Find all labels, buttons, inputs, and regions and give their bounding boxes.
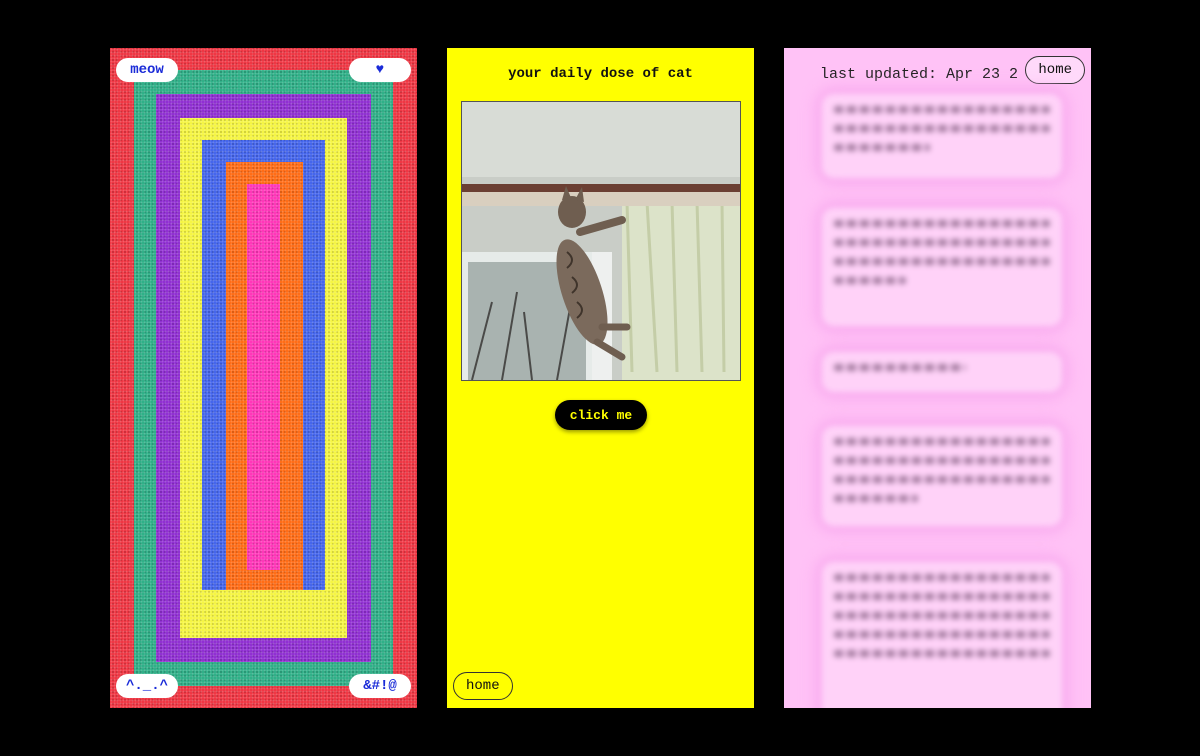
heart-icon: ♥: [375, 62, 385, 78]
update-card: [822, 94, 1062, 178]
click-me-button[interactable]: click me: [555, 400, 647, 430]
home-label: home: [1038, 62, 1072, 78]
page-title: your daily dose of cat: [508, 66, 693, 82]
symbols-button[interactable]: &#!@: [349, 674, 411, 698]
home-button[interactable]: home: [453, 672, 513, 700]
update-card: [822, 352, 1062, 392]
home-button[interactable]: home: [1025, 56, 1085, 84]
update-card: [822, 426, 1062, 526]
cat-face-button[interactable]: ^._.^: [116, 674, 178, 698]
symbols-label: &#!@: [363, 678, 397, 694]
last-updated-label: last updated: Apr 23 2: [820, 66, 1019, 83]
meow-button[interactable]: meow: [116, 58, 178, 82]
updates-panel: last updated: Apr 23 2 home: [784, 48, 1091, 708]
daily-cat-panel: your daily dose of cat click me home: [447, 48, 754, 708]
rainbow-panel: meow ♥ ^._.^ &#!@: [110, 48, 417, 708]
ring-pink: [247, 184, 280, 570]
cat-photo: [461, 101, 741, 381]
home-label: home: [466, 678, 500, 694]
update-card: [822, 562, 1062, 708]
meow-label: meow: [130, 62, 164, 78]
cat-face-label: ^._.^: [125, 678, 168, 694]
cat-photo-illustration: [462, 102, 740, 380]
update-card: [822, 208, 1062, 326]
heart-button[interactable]: ♥: [349, 58, 411, 82]
